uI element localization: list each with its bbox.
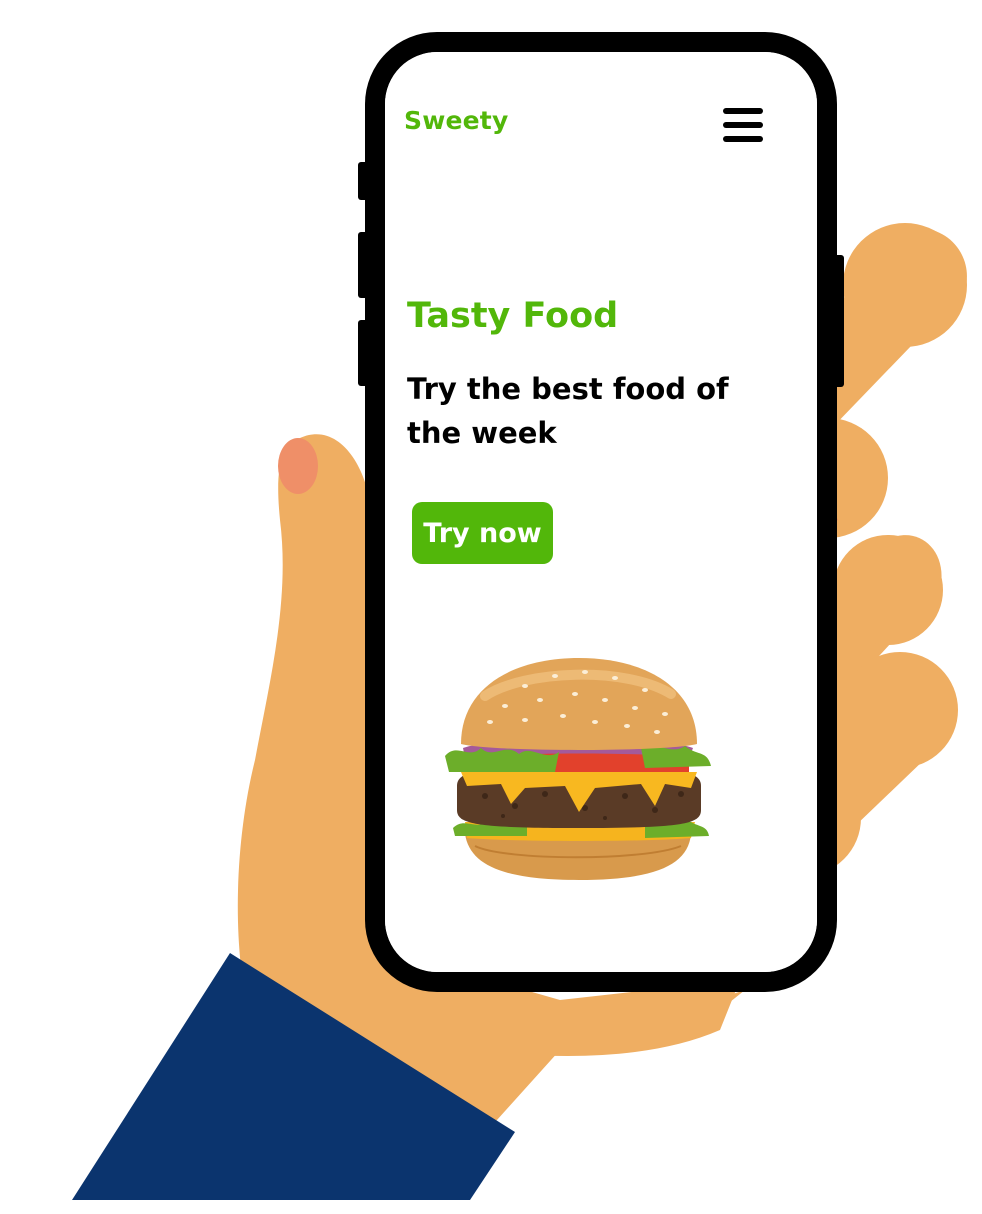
brand-logo[interactable]: Sweety xyxy=(404,106,508,135)
hero-title: Tasty Food xyxy=(407,296,619,336)
burger-image xyxy=(445,658,711,880)
menu-bar xyxy=(723,108,763,114)
phone-screen: Sweety Tasty Food Try the best food of t… xyxy=(385,52,817,972)
hamburger-menu-icon[interactable] xyxy=(721,106,765,144)
menu-bar xyxy=(723,136,763,142)
try-now-button[interactable]: Try now xyxy=(412,502,553,564)
hero-subtitle: Try the best food of the week xyxy=(407,372,729,450)
menu-bar xyxy=(723,122,763,128)
thumb-nail xyxy=(278,438,318,494)
